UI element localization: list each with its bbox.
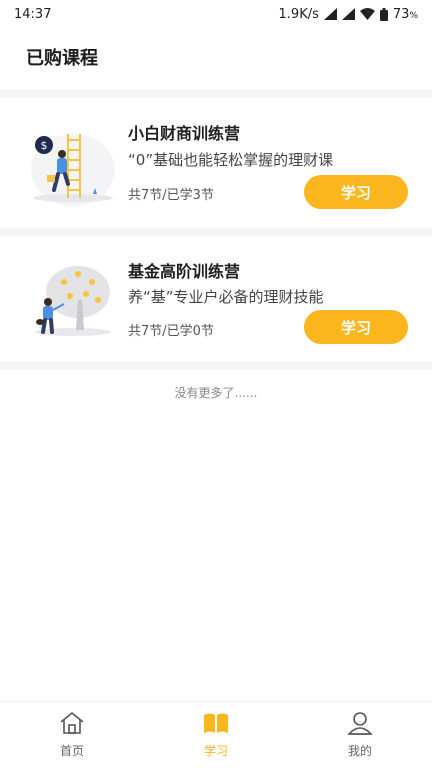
divider <box>0 228 432 236</box>
battery-level: 73% <box>392 6 418 22</box>
bottom-tab-bar: 首页 学习 我的 <box>0 701 432 768</box>
course-progress: 共7节/已学3节 <box>128 188 214 203</box>
status-time: 14:37 <box>14 6 52 22</box>
divider <box>0 90 432 98</box>
status-indicators: 1.9K/s 73% <box>279 7 418 22</box>
course-title: 基金高阶训练营 <box>128 262 241 281</box>
home-icon <box>59 710 85 736</box>
study-button[interactable]: 学习 <box>304 175 408 209</box>
status-bar: 14:37 1.9K/s 73% <box>0 0 432 28</box>
svg-text:$: $ <box>41 139 48 152</box>
tab-label: 首页 <box>59 744 84 758</box>
person-watering-money-tree-illustration <box>35 266 111 336</box>
tab-mine[interactable]: 我的 <box>288 702 432 768</box>
battery-unit: % <box>409 10 418 21</box>
network-speed: 1.9K/s <box>278 6 319 22</box>
tab-label: 我的 <box>347 744 372 758</box>
list-end-text: 没有更多了...... <box>174 386 258 400</box>
course-desc: 养“基”专业户必备的理财技能 <box>128 288 324 306</box>
course-desc: “0”基础也能轻松掌握的理财课 <box>128 151 334 169</box>
course-card[interactable]: $ 小白财商训练营 “0”基础也能轻松掌握的理财课 共7节/已学3节 学习 <box>0 98 432 228</box>
book-icon <box>203 710 229 736</box>
course-title: 小白财商训练营 <box>128 124 241 143</box>
signal-icon <box>323 8 337 20</box>
page-title: 已购课程 <box>26 48 98 69</box>
tab-label: 学习 <box>203 744 228 758</box>
tab-home[interactable]: 首页 <box>0 702 144 768</box>
battery-icon <box>379 7 388 21</box>
signal-icon <box>341 8 355 20</box>
user-icon <box>347 710 373 736</box>
course-progress: 共7节/已学0节 <box>128 324 214 339</box>
tab-study[interactable]: 学习 <box>144 702 288 768</box>
person-climbing-ladder-illustration: $ <box>31 134 115 206</box>
study-button[interactable]: 学习 <box>304 310 408 344</box>
course-card[interactable]: 基金高阶训练营 养“基”专业户必备的理财技能 共7节/已学0节 学习 <box>0 236 432 362</box>
divider <box>0 362 432 370</box>
wifi-icon <box>359 8 375 20</box>
